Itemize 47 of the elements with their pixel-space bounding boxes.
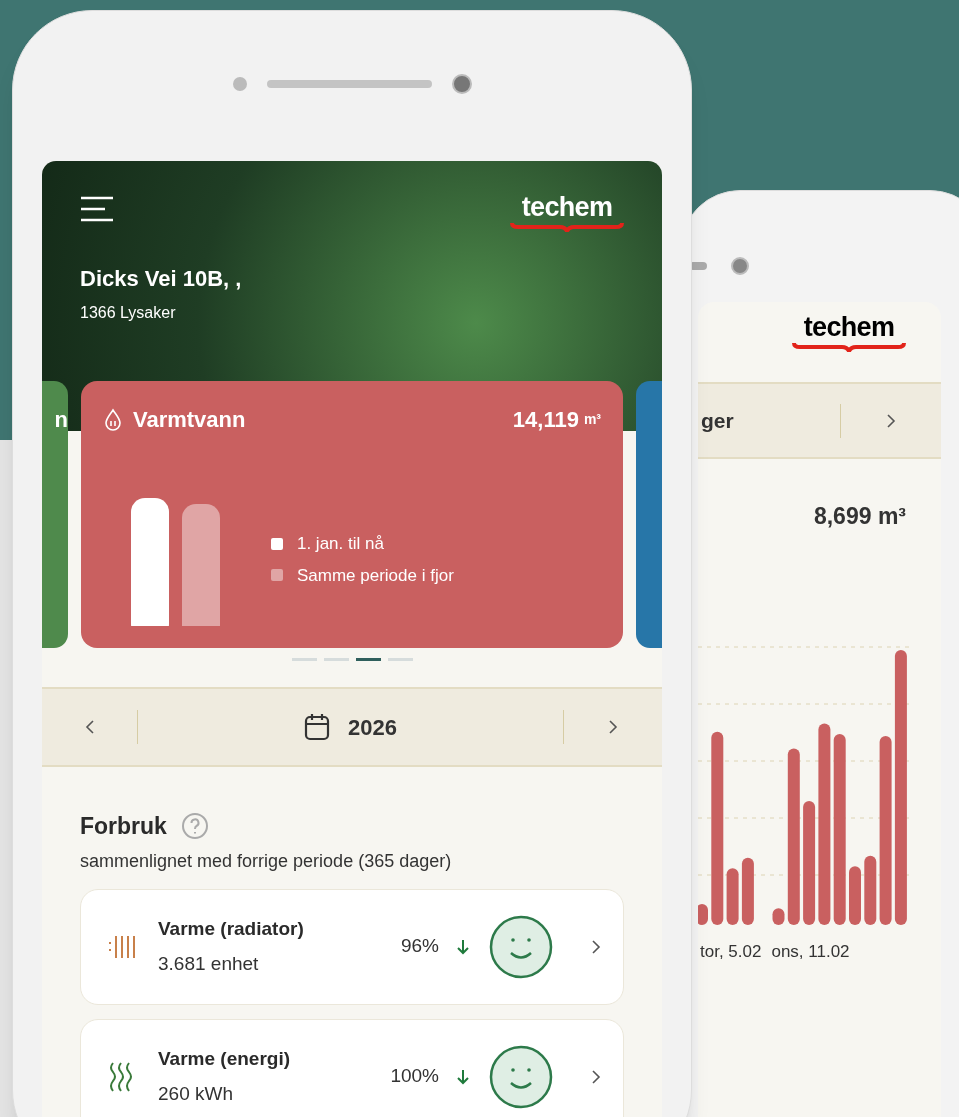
consumption-card[interactable]: Varme (radiator) 3.681 enhet 96% xyxy=(80,888,624,1005)
percent-value: 100% xyxy=(390,1064,439,1089)
consumption-card[interactable]: Varme (energi) 260 kWh 100% xyxy=(80,1018,624,1117)
calendar-icon xyxy=(304,713,330,741)
chart-bar xyxy=(741,857,754,925)
chart-bar xyxy=(772,907,785,925)
item-amount: 260 kWh xyxy=(158,1081,234,1106)
card-title: Varmtvann xyxy=(132,406,247,434)
smiley-icon xyxy=(489,914,553,979)
brand-logo: techem xyxy=(792,314,906,382)
chevron-right-icon[interactable] xyxy=(591,938,601,955)
water-drop-icon xyxy=(102,407,123,432)
chart-bar xyxy=(726,867,739,925)
brand-logo: techem xyxy=(510,194,624,232)
unit-label: m³ xyxy=(583,410,602,429)
chevron-right-icon[interactable] xyxy=(591,1068,601,1085)
chart-bar xyxy=(864,855,877,925)
meter-card[interactable]: Varmtvann 14,119 m³ 1. jan. til nå Samme periode i fjor xyxy=(80,381,624,648)
address-title: Dicks Vei 10B, , xyxy=(80,265,243,293)
chart-bar xyxy=(849,865,861,925)
total-value: 14,119 xyxy=(512,406,579,434)
city-label: 1366 Lysaker xyxy=(80,303,177,323)
heat-waves-icon xyxy=(108,1060,134,1093)
percent-value: 96% xyxy=(400,934,439,959)
total-value: 8,699 m³ xyxy=(813,502,906,531)
legend-label: Samme periode i fjor xyxy=(296,564,454,587)
section-title: Forbruk xyxy=(80,812,167,841)
item-amount: 3.681 enhet xyxy=(158,951,260,976)
card-title: n xyxy=(54,409,68,431)
chart-bar xyxy=(698,903,708,925)
legend-swatch xyxy=(270,569,283,582)
axis-label: ons, 11.02 xyxy=(771,940,850,963)
menu-icon[interactable] xyxy=(80,196,114,222)
legend-label: 1. jan. til nå xyxy=(296,533,384,555)
smiley-icon xyxy=(489,1044,553,1109)
legend-swatch xyxy=(270,537,283,550)
meter-card[interactable]: n xyxy=(42,381,68,648)
item-name: Varme (radiator) xyxy=(158,917,305,941)
camera-lens xyxy=(731,257,749,275)
period-label: ger xyxy=(701,407,735,434)
year-label: 2026 xyxy=(348,713,397,742)
pager-dash[interactable] xyxy=(355,658,381,661)
item-name: Varme (energi) xyxy=(158,1047,291,1071)
axis-label: tor, 5.02 xyxy=(700,940,762,963)
radiator-icon xyxy=(108,933,138,960)
camera-lens xyxy=(451,74,472,94)
section-subtitle: sammenlignet med forrige periode (365 dager) xyxy=(80,849,453,873)
